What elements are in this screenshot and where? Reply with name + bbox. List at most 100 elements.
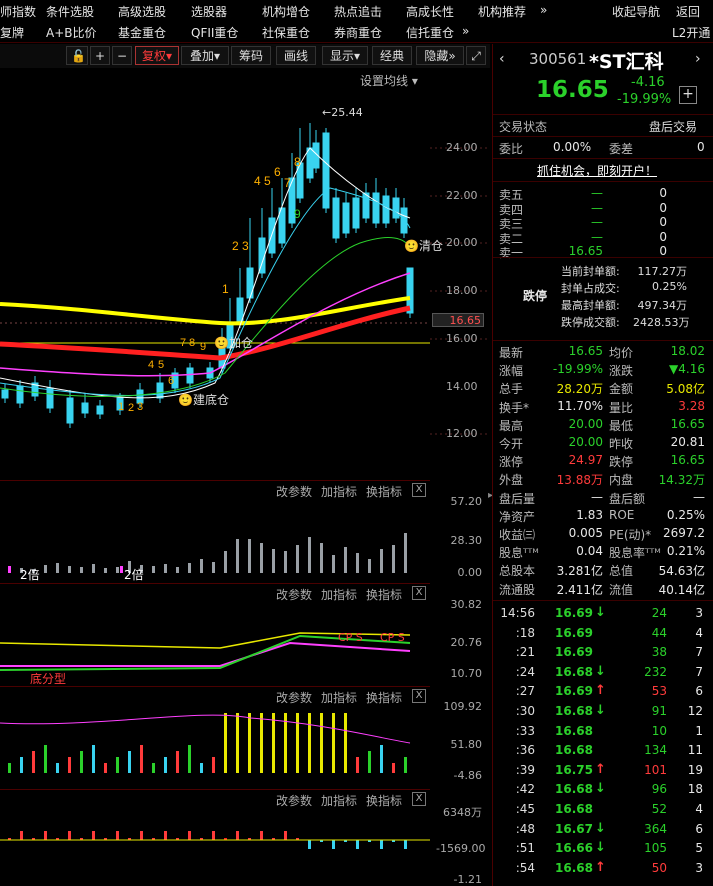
weicha-value: 0 — [697, 140, 705, 154]
lock-icon[interactable]: 🔓 — [66, 46, 88, 65]
topmenu-item[interactable]: 师指数 — [0, 3, 36, 20]
stock-code: 300561 — [529, 50, 587, 68]
panel-button[interactable]: 换指标 — [366, 792, 402, 809]
tick-count: 4 — [695, 625, 703, 640]
p5-bar — [212, 831, 215, 840]
panel-button[interactable]: 换指标 — [366, 483, 402, 500]
p4-bar — [332, 713, 335, 773]
stat-value: 54.63亿 — [658, 564, 705, 579]
vol-double-2: 2倍 — [124, 568, 144, 582]
tick-price: 16.69 — [555, 625, 593, 640]
tick-time: :18 — [515, 625, 535, 640]
ask-volume: 0 — [659, 244, 667, 258]
topmenu-item[interactable]: » — [540, 3, 547, 17]
topmenu-item[interactable]: 热点追击 — [334, 3, 382, 20]
panel-button[interactable]: 加指标 — [321, 792, 357, 809]
stat-value: 3.281亿 — [556, 564, 603, 579]
nine-count-label: 3 — [137, 401, 143, 413]
panel-button[interactable]: 改参数 — [276, 689, 312, 706]
panel-button[interactable]: 加指标 — [321, 483, 357, 500]
submenu-item[interactable]: 券商重仓 — [334, 24, 382, 41]
stat-label: 涨跌 — [609, 364, 634, 379]
jingdian-button[interactable]: 经典 — [372, 46, 412, 65]
yincang-button[interactable]: 隐藏» — [416, 46, 464, 65]
open-account-link[interactable]: 抓住机会，即刻开户！ — [537, 162, 657, 179]
candle-body — [246, 267, 254, 299]
submenu-item[interactable]: QFII重仓 — [191, 24, 238, 41]
close-panel-icon[interactable]: X — [412, 586, 426, 600]
nine-count-label: 2 — [128, 402, 134, 414]
topmenu-item[interactable]: 返回 — [676, 3, 700, 20]
candle-body — [342, 202, 350, 234]
ma-settings[interactable]: 设置均线 ▾ — [360, 72, 418, 89]
tick-price: 16.68 — [555, 743, 593, 758]
panel-button[interactable]: 改参数 — [276, 586, 312, 603]
topmenu-item[interactable]: 机构推荐 — [478, 3, 526, 20]
panel-button[interactable]: 换指标 — [366, 586, 402, 603]
tick-volume: 38 — [651, 645, 667, 660]
topmenu-item[interactable]: 选股器 — [191, 3, 227, 20]
diejia-button[interactable]: 叠加▾ — [181, 46, 229, 65]
panel-button[interactable]: 加指标 — [321, 586, 357, 603]
stat-label: 盘后量 — [499, 491, 536, 506]
zoom-out-icon[interactable]: − — [112, 46, 132, 65]
tick-price: 16.67 — [555, 821, 593, 836]
limit-row-value: 497.34万 — [637, 299, 688, 312]
stat-value: 28.20万 — [556, 382, 603, 397]
tick-count: 3 — [695, 606, 703, 620]
tick-price: 16.68 — [555, 802, 593, 816]
xianshi-button[interactable]: 显示▾ — [322, 46, 368, 65]
vol-double-1: 2倍 — [20, 568, 40, 582]
submenu-item[interactable]: 社保重仓 — [262, 24, 310, 41]
panel-button[interactable]: 换指标 — [366, 689, 402, 706]
topmenu-item[interactable]: 高级选股 — [118, 3, 166, 20]
volume-bar — [104, 568, 107, 573]
nine-count-label: 6 — [168, 375, 174, 387]
add-watchlist-button[interactable]: + — [679, 86, 697, 104]
down-arrow-icon: ↓ — [595, 703, 606, 718]
limit-row-label: 跌停成交额: — [561, 316, 620, 329]
submenu-item[interactable]: L2开通 — [672, 24, 710, 41]
next-stock-icon[interactable]: › — [695, 51, 701, 67]
p4-bar — [56, 763, 59, 773]
tick-time: :54 — [515, 860, 535, 875]
chouma-button[interactable]: 筹码 — [231, 46, 271, 65]
volume-bar — [332, 555, 335, 573]
indicator-panel-header: 改参数 加指标 换指标 X — [0, 686, 430, 705]
tick-volume: 232 — [644, 664, 667, 679]
panel-button[interactable]: 改参数 — [276, 483, 312, 500]
p4-bar — [392, 763, 395, 773]
topmenu-item[interactable]: 高成长性 — [406, 3, 454, 20]
candle-body — [352, 197, 360, 229]
submenu-item[interactable]: » — [462, 24, 469, 38]
up-arrow-icon: ↑ — [595, 761, 606, 777]
indicator-panel-header: 改参数 加指标 换指标 X — [0, 789, 430, 808]
topmenu-item[interactable]: 收起导航 — [612, 3, 660, 20]
stat-label: 量比 — [609, 400, 634, 415]
stat-value: 14.32万 — [658, 473, 705, 488]
fullscreen-icon[interactable]: ⤢ — [466, 46, 486, 65]
zoom-in-icon[interactable]: + — [90, 46, 110, 65]
topmenu-item[interactable]: 条件选股 — [46, 3, 94, 20]
panel-button[interactable]: 改参数 — [276, 792, 312, 809]
topmenu-item[interactable]: 机构增仓 — [262, 3, 310, 20]
p5-bar — [404, 840, 407, 849]
kline-chart[interactable]: 1 2 34 567 8 912 34 56789 — [0, 68, 490, 886]
p5-bar — [284, 831, 287, 840]
huaxian-button[interactable]: 画线 — [276, 46, 316, 65]
stat-label: 昨收 — [609, 437, 634, 451]
submenu-item[interactable]: A+B比价 — [46, 24, 97, 41]
close-panel-icon[interactable]: X — [412, 483, 426, 497]
close-panel-icon[interactable]: X — [412, 689, 426, 703]
volume-bar — [68, 566, 71, 573]
fuquan-button[interactable]: 复权▾ — [135, 46, 179, 65]
p5-bar — [92, 831, 95, 840]
prev-stock-icon[interactable]: ‹ — [499, 51, 505, 67]
panel-button[interactable]: 加指标 — [321, 689, 357, 706]
close-panel-icon[interactable]: X — [412, 792, 426, 806]
submenu-item[interactable]: 复牌 — [0, 24, 24, 41]
submenu-item[interactable]: 信托重仓 — [406, 24, 454, 41]
limit-row-value: 117.27万 — [637, 265, 688, 278]
p4-bar — [164, 757, 167, 773]
submenu-item[interactable]: 基金重仓 — [118, 24, 166, 41]
